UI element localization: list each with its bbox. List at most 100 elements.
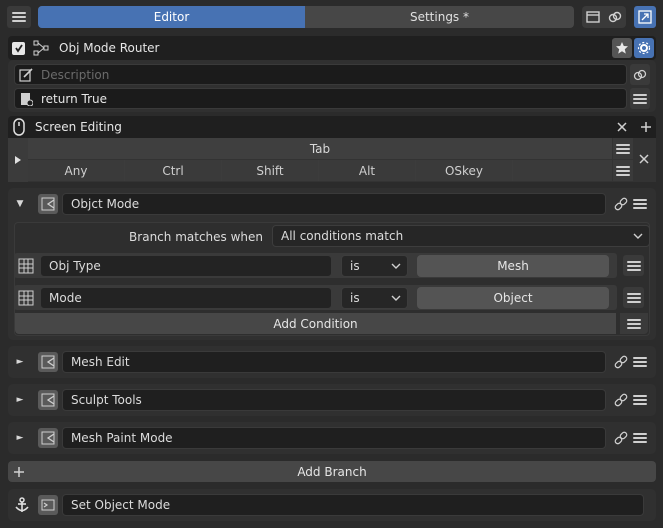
router-title[interactable]: Obj Mode Router xyxy=(59,41,612,55)
description-field[interactable]: Description xyxy=(14,64,627,85)
branch-menu-button[interactable] xyxy=(630,193,650,215)
close-icon[interactable] xyxy=(612,117,632,137)
branch-name-field[interactable]: Sculpt Tools xyxy=(61,389,607,411)
expand-icon[interactable] xyxy=(634,6,656,28)
modifier-alt[interactable]: Alt xyxy=(319,160,416,181)
tab-editor[interactable]: Editor xyxy=(38,6,305,28)
branch-header-0: ▼ Objct Mode xyxy=(14,192,650,216)
link-icon[interactable] xyxy=(604,6,626,28)
hotkey-remove-button[interactable] xyxy=(634,148,654,170)
branch-name-field[interactable]: Mesh Paint Mode xyxy=(61,427,607,449)
match-select[interactable]: All conditions match xyxy=(272,225,650,247)
menu-icon xyxy=(626,260,641,271)
modifiers-row: Any Ctrl Shift Alt OSkey xyxy=(28,160,612,181)
menu-icon xyxy=(633,433,648,443)
return-menu-button[interactable] xyxy=(630,88,650,109)
menu-icon xyxy=(616,165,630,176)
tab-settings[interactable]: Settings * xyxy=(305,6,574,28)
key-menu-button[interactable] xyxy=(613,138,633,159)
chevron-down-icon xyxy=(391,295,401,301)
menu-icon xyxy=(626,292,641,303)
match-value: All conditions match xyxy=(281,229,404,243)
branch-header-3: ► Mesh Paint Mode xyxy=(14,426,650,450)
menu-button[interactable] xyxy=(7,6,31,28)
modifiers-menu-button[interactable] xyxy=(613,160,633,181)
plus-icon[interactable] xyxy=(636,117,656,137)
description-placeholder: Description xyxy=(41,67,110,82)
action-field[interactable]: Set Object Mode xyxy=(62,494,644,516)
branch-header-2: ► Sculpt Tools xyxy=(14,388,650,412)
branch-header-1: ► Mesh Edit xyxy=(14,350,650,374)
grid-icon xyxy=(18,290,34,306)
condition-row-1: Mode is Object xyxy=(14,285,617,310)
menu-icon xyxy=(627,318,641,329)
condition-operator: is xyxy=(350,258,360,273)
return-field[interactable]: return True xyxy=(14,88,627,109)
key-field[interactable]: Tab xyxy=(28,138,612,159)
add-condition-menu-button[interactable] xyxy=(620,313,648,334)
checkbox-icon[interactable] xyxy=(12,41,25,55)
menu-icon xyxy=(633,395,648,405)
chevron-down-icon xyxy=(633,233,643,239)
router-node-icon xyxy=(37,352,58,372)
chain-icon[interactable] xyxy=(612,427,630,449)
modifier-any[interactable]: Any xyxy=(28,160,125,181)
branch-name-field[interactable]: Objct Mode xyxy=(61,193,607,215)
condition-property: Obj Type xyxy=(49,258,101,273)
condition-menu-button[interactable] xyxy=(623,255,644,276)
branch-name: Objct Mode xyxy=(70,197,140,211)
gear-icon[interactable] xyxy=(634,38,654,58)
branch-name: Mesh Paint Mode xyxy=(70,431,173,445)
collapse-triangle-icon[interactable]: ▼ xyxy=(14,199,26,209)
condition-menu-button[interactable] xyxy=(623,287,644,308)
router-node-icon xyxy=(37,428,58,448)
python-icon[interactable] xyxy=(630,64,650,85)
chain-icon[interactable] xyxy=(612,389,630,411)
modifier-shift[interactable]: Shift xyxy=(222,160,319,181)
chain-icon[interactable] xyxy=(612,193,630,215)
window-icon[interactable] xyxy=(582,6,604,28)
condition-value-button[interactable]: Mesh xyxy=(417,254,609,277)
return-row: return True xyxy=(14,88,650,109)
match-label: Branch matches when xyxy=(129,230,263,244)
grid-icon xyxy=(18,258,34,274)
expand-triangle-icon[interactable]: ► xyxy=(14,433,26,443)
condition-property-field[interactable]: Obj Type xyxy=(40,254,332,277)
condition-value-button[interactable]: Object xyxy=(417,286,609,309)
router-header: Obj Mode Router xyxy=(8,36,656,60)
add-branch-label: Add Branch xyxy=(297,464,367,479)
mouse-icon xyxy=(12,118,26,136)
anchor-icon xyxy=(14,497,30,513)
branch-name-field[interactable]: Mesh Edit xyxy=(61,351,607,373)
condition-row-0: Obj Type is Mesh xyxy=(14,253,617,278)
branch-menu-button[interactable] xyxy=(630,389,650,411)
chain-icon[interactable] xyxy=(612,351,630,373)
add-branch-button[interactable]: Add Branch xyxy=(8,461,656,482)
edit-icon xyxy=(19,67,37,82)
condition-operator-select[interactable]: is xyxy=(341,254,408,277)
star-icon[interactable] xyxy=(612,38,632,58)
router-node-icon xyxy=(37,390,58,410)
add-condition-button[interactable]: Add Condition xyxy=(15,313,616,334)
branch-menu-button[interactable] xyxy=(630,351,650,373)
expand-hotkey-button[interactable] xyxy=(8,138,28,182)
view-buttons xyxy=(582,6,626,28)
action-label: Set Object Mode xyxy=(71,498,171,512)
modifier-ctrl[interactable]: Ctrl xyxy=(125,160,222,181)
chevron-down-icon xyxy=(391,263,401,269)
hotkey-header: Screen Editing xyxy=(8,116,656,138)
modifier-empty[interactable] xyxy=(513,160,612,181)
condition-operator-select[interactable]: is xyxy=(341,286,408,309)
expand-triangle-icon[interactable]: ► xyxy=(14,395,26,405)
script-icon xyxy=(19,92,37,106)
close-icon xyxy=(639,154,649,164)
description-row: Description xyxy=(14,64,650,85)
action-row: Set Object Mode xyxy=(14,493,644,517)
node-tree-icon xyxy=(33,40,49,56)
branch-menu-button[interactable] xyxy=(630,427,650,449)
plus-icon xyxy=(8,466,30,478)
hotkey-label[interactable]: Screen Editing xyxy=(35,120,612,134)
condition-property-field[interactable]: Mode xyxy=(40,286,332,309)
expand-triangle-icon[interactable]: ► xyxy=(14,357,26,367)
modifier-oskey[interactable]: OSkey xyxy=(416,160,513,181)
